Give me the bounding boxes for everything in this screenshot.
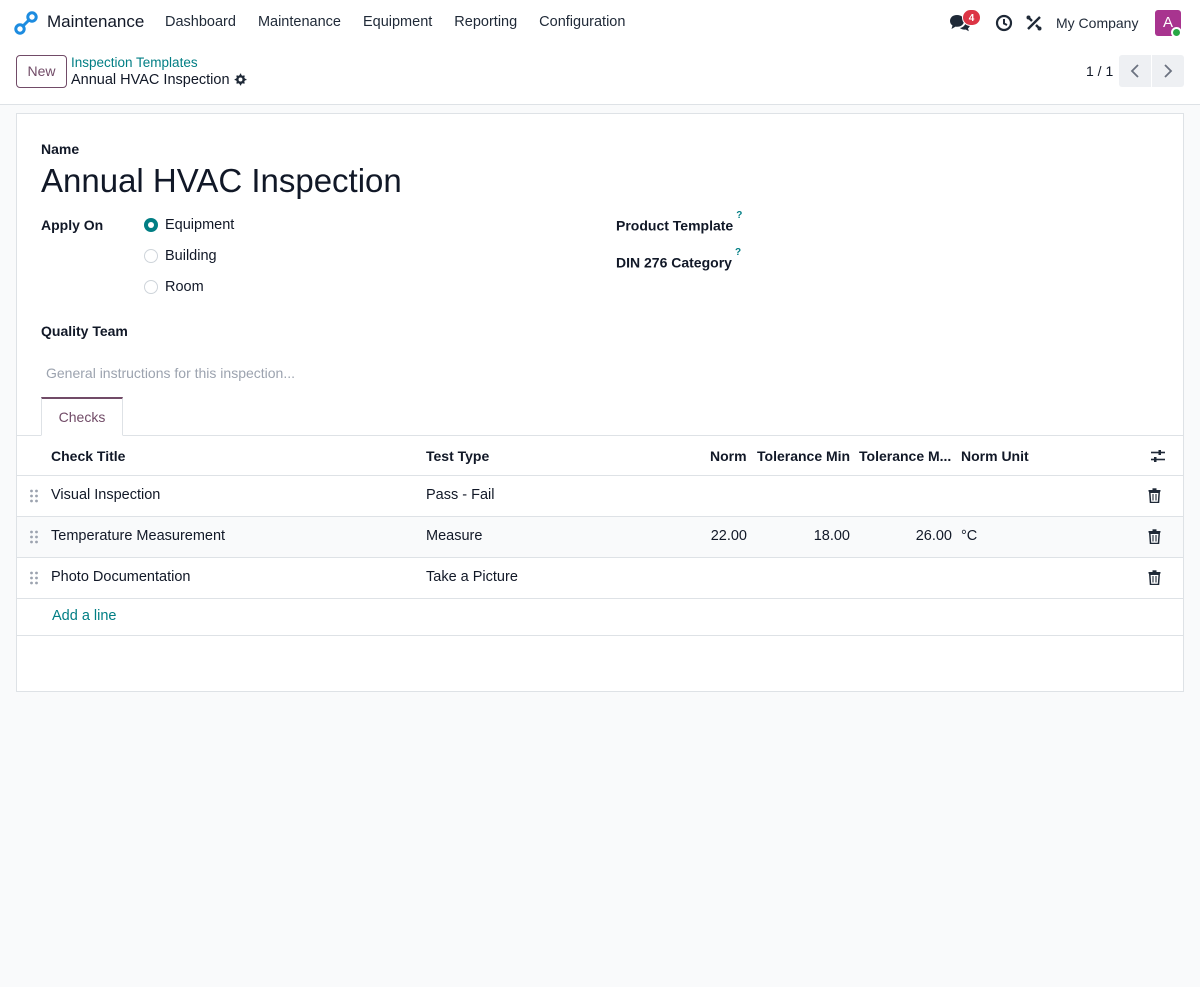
col-check-title[interactable]: Check Title bbox=[51, 448, 125, 464]
name-label: Name bbox=[41, 141, 80, 157]
cell-norm[interactable]: 22.00 bbox=[697, 528, 747, 544]
col-tolerance-max[interactable]: Tolerance M... bbox=[859, 448, 951, 464]
din-category-label-text: DIN 276 Category bbox=[616, 254, 732, 271]
cell-norm-unit[interactable]: °C bbox=[961, 528, 977, 544]
menu-dashboard[interactable]: Dashboard bbox=[165, 14, 236, 30]
radio-building[interactable] bbox=[144, 249, 158, 263]
cell-check-title[interactable]: Temperature Measurement bbox=[51, 528, 225, 544]
menu-equipment[interactable]: Equipment bbox=[363, 14, 432, 30]
chevron-left-icon bbox=[1130, 64, 1139, 78]
trash-icon[interactable] bbox=[1148, 529, 1161, 544]
add-line-link[interactable]: Add a line bbox=[52, 608, 117, 624]
app-name[interactable]: Maintenance bbox=[47, 12, 144, 32]
gear-icon[interactable] bbox=[234, 73, 247, 86]
help-tooltip-icon[interactable]: ? bbox=[735, 247, 741, 258]
breadcrumb-current: Annual HVAC Inspection bbox=[71, 72, 230, 88]
table-row[interactable]: Visual Inspection Pass - Fail bbox=[17, 476, 1183, 517]
pager-next-button[interactable] bbox=[1152, 55, 1184, 87]
clock-icon[interactable] bbox=[995, 14, 1013, 32]
menu-reporting[interactable]: Reporting bbox=[454, 14, 517, 30]
pager-value[interactable]: 1 / 1 bbox=[1086, 63, 1113, 79]
menu-maintenance[interactable]: Maintenance bbox=[258, 14, 341, 30]
col-norm-unit[interactable]: Norm Unit bbox=[961, 448, 1029, 464]
tab-checks[interactable]: Checks bbox=[41, 397, 123, 436]
table-row[interactable]: Photo Documentation Take a Picture bbox=[17, 558, 1183, 599]
instructions-editor[interactable]: General instructions for this inspection… bbox=[46, 365, 295, 381]
cell-check-title[interactable]: Visual Inspection bbox=[51, 487, 160, 503]
quality-team-label: Quality Team bbox=[41, 323, 128, 339]
add-line-row: Add a line bbox=[17, 598, 1183, 636]
online-status-dot bbox=[1171, 27, 1182, 38]
trash-icon[interactable] bbox=[1148, 488, 1161, 503]
checks-table-header: Check Title Test Type Norm Tolerance Min… bbox=[17, 436, 1183, 476]
cell-tolerance-max[interactable]: 26.00 bbox=[887, 528, 952, 544]
radio-room[interactable] bbox=[144, 280, 158, 294]
cell-test-type[interactable]: Take a Picture bbox=[426, 569, 518, 585]
col-tolerance-min[interactable]: Tolerance Min bbox=[757, 448, 850, 464]
top-navbar: Maintenance Dashboard Maintenance Equipm… bbox=[0, 0, 1200, 46]
form-sheet: Name Annual HVAC Inspection Apply On Equ… bbox=[16, 113, 1184, 692]
breadcrumb-parent[interactable]: Inspection Templates bbox=[71, 55, 198, 70]
table-row[interactable]: Temperature Measurement Measure 22.00 18… bbox=[17, 517, 1183, 558]
app-logo-icon[interactable] bbox=[14, 11, 38, 35]
radio-building-label[interactable]: Building bbox=[165, 248, 217, 264]
drag-handle-icon[interactable] bbox=[29, 529, 39, 545]
apply-on-label: Apply On bbox=[41, 217, 104, 233]
cell-test-type[interactable]: Measure bbox=[426, 528, 482, 544]
cell-check-title[interactable]: Photo Documentation bbox=[51, 569, 190, 585]
new-button[interactable]: New bbox=[16, 55, 67, 88]
menu-configuration[interactable]: Configuration bbox=[539, 14, 625, 30]
pager-previous-button[interactable] bbox=[1119, 55, 1151, 87]
radio-equipment[interactable] bbox=[144, 218, 158, 232]
cell-tolerance-min[interactable]: 18.00 bbox=[787, 528, 850, 544]
help-tooltip-icon[interactable]: ? bbox=[736, 210, 742, 221]
company-switcher[interactable]: My Company bbox=[1056, 15, 1138, 31]
product-template-label-text: Product Template bbox=[616, 217, 734, 234]
drag-handle-icon[interactable] bbox=[29, 570, 39, 586]
din-category-label: DIN 276 Category? bbox=[616, 247, 741, 271]
optional-columns-icon[interactable] bbox=[1150, 449, 1166, 463]
cell-test-type[interactable]: Pass - Fail bbox=[426, 487, 495, 503]
notebook-tabs: Checks bbox=[17, 397, 1183, 436]
trash-icon[interactable] bbox=[1148, 570, 1161, 585]
tools-icon[interactable] bbox=[1025, 14, 1043, 32]
chevron-right-icon bbox=[1164, 64, 1173, 78]
main-menu: Dashboard Maintenance Equipment Reportin… bbox=[165, 14, 647, 30]
control-panel: New Inspection Templates Annual HVAC Ins… bbox=[0, 46, 1200, 105]
radio-equipment-label[interactable]: Equipment bbox=[165, 217, 234, 233]
col-norm[interactable]: Norm bbox=[710, 448, 747, 464]
name-input[interactable]: Annual HVAC Inspection bbox=[41, 162, 402, 200]
chat-badge: 4 bbox=[962, 9, 981, 26]
drag-handle-icon[interactable] bbox=[29, 488, 39, 504]
radio-room-label[interactable]: Room bbox=[165, 279, 204, 295]
product-template-label: Product Template? bbox=[616, 210, 742, 234]
col-test-type[interactable]: Test Type bbox=[426, 448, 489, 464]
